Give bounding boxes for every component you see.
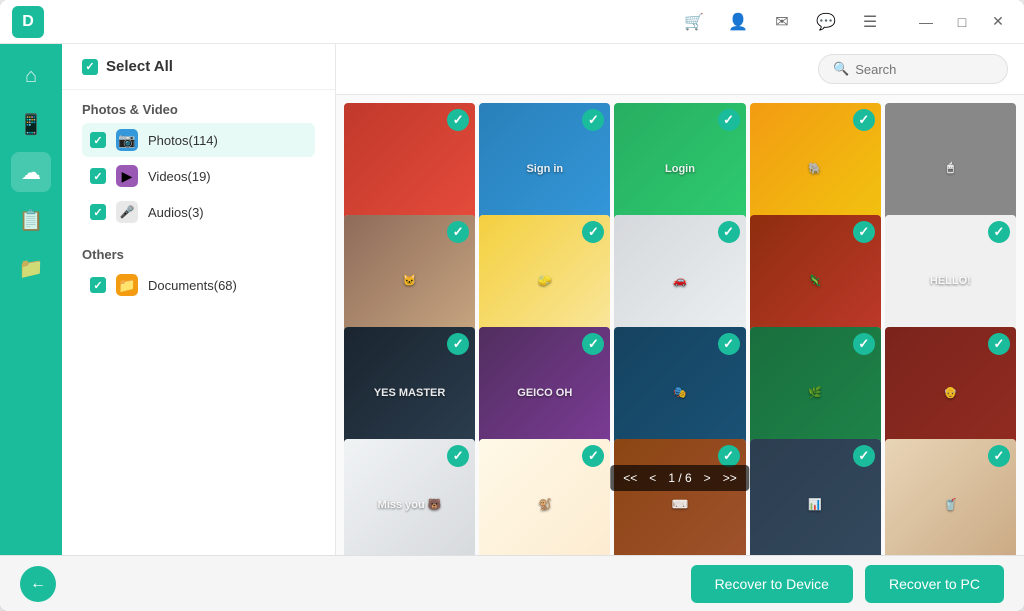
backup-nav-icon[interactable]: ☁ — [11, 152, 51, 192]
select-all-label: Select All — [106, 58, 173, 75]
check-badge: ✓ — [718, 445, 740, 467]
titlebar-left: D — [12, 6, 44, 38]
nav-sidebar: ⌂ 📱 ☁ 📋 📁 — [0, 44, 62, 555]
chat-icon[interactable]: 💬 — [812, 8, 840, 36]
videos-icon: ▶ — [116, 165, 138, 187]
audios-label: Audios(3) — [148, 205, 204, 220]
pagination-info: 1 / 6 — [663, 469, 696, 487]
menu-icon[interactable]: ☰ — [856, 8, 884, 36]
photos-icon: 📷 — [116, 129, 138, 151]
check-badge: ✓ — [853, 333, 875, 355]
back-button[interactable]: ← — [20, 566, 56, 602]
phone-nav-icon[interactable]: 📱 — [11, 104, 51, 144]
mail-icon[interactable]: ✉ — [768, 8, 796, 36]
search-box[interactable]: 🔍 — [818, 54, 1008, 84]
cart-icon[interactable]: 🛒 — [680, 8, 708, 36]
search-icon: 🔍 — [833, 61, 849, 77]
titlebar: D 🛒 👤 ✉ 💬 ☰ — □ ✕ — [0, 0, 1024, 44]
videos-label: Videos(19) — [148, 169, 211, 184]
check-badge: ✓ — [988, 445, 1010, 467]
pagination-prev[interactable]: < — [644, 469, 661, 487]
sidebar-header: Select All — [62, 44, 335, 90]
maximize-button[interactable]: □ — [948, 8, 976, 36]
window-controls: — □ ✕ — [912, 8, 1012, 36]
sidebar-item-documents[interactable]: 📁 Documents(68) — [82, 268, 315, 302]
sidebar-item-videos[interactable]: ▶ Videos(19) — [82, 159, 315, 193]
pagination-last[interactable]: >> — [718, 469, 742, 487]
app-window: D 🛒 👤 ✉ 💬 ☰ — □ ✕ ⌂ 📱 ☁ 📋 📁 — [0, 0, 1024, 611]
grid-item[interactable]: Miss you 🐻✓ — [344, 439, 475, 555]
check-badge: ✓ — [718, 221, 740, 243]
restore-nav-icon[interactable]: 📋 — [11, 200, 51, 240]
pagination-bar: <<<1 / 6>>> — [610, 465, 749, 491]
check-badge: ✓ — [988, 333, 1010, 355]
audios-checkbox[interactable] — [90, 204, 106, 220]
content-toolbar: 🔍 — [336, 44, 1024, 95]
videos-checkbox[interactable] — [90, 168, 106, 184]
documents-label: Documents(68) — [148, 278, 237, 293]
check-badge: ✓ — [718, 109, 740, 131]
recover-to-device-button[interactable]: Recover to Device — [691, 565, 853, 603]
recover-to-pc-button[interactable]: Recover to PC — [865, 565, 1004, 603]
photos-video-title: Photos & Video — [82, 102, 315, 117]
check-badge: ✓ — [853, 221, 875, 243]
bottom-bar: ← Recover to Device Recover to PC — [0, 555, 1024, 611]
main-content: ⌂ 📱 ☁ 📋 📁 Select All Photos & Video 📷 Ph… — [0, 44, 1024, 555]
sidebar-item-audios[interactable]: 🎤 Audios(3) — [82, 195, 315, 229]
pagination-next[interactable]: > — [699, 469, 716, 487]
folder-nav-icon[interactable]: 📁 — [11, 248, 51, 288]
search-input[interactable] — [855, 62, 995, 77]
minimize-button[interactable]: — — [912, 8, 940, 36]
app-logo: D — [12, 6, 44, 38]
check-badge: ✓ — [853, 109, 875, 131]
select-all-row[interactable]: Select All — [82, 58, 315, 75]
home-nav-icon[interactable]: ⌂ — [11, 56, 51, 96]
grid-item[interactable]: 📊✓ — [750, 439, 881, 555]
others-title: Others — [82, 247, 315, 262]
check-badge: ✓ — [853, 445, 875, 467]
audios-icon: 🎤 — [116, 201, 138, 223]
check-badge: ✓ — [718, 333, 740, 355]
grid-item[interactable]: 🥤✓ — [885, 439, 1016, 555]
user-icon[interactable]: 👤 — [724, 8, 752, 36]
photos-video-section: Photos & Video 📷 Photos(114) ▶ Videos(19… — [62, 90, 335, 235]
sidebar: Select All Photos & Video 📷 Photos(114) … — [62, 44, 336, 555]
sidebar-item-photos[interactable]: 📷 Photos(114) — [82, 123, 315, 157]
documents-icon: 📁 — [116, 274, 138, 296]
content-area: 🔍 ✓Sign in✓Login✓🐘✓🖱🐱✓🧽✓🚗✓🦎✓HELLO!✓YES M… — [336, 44, 1024, 555]
select-all-checkbox[interactable] — [82, 59, 98, 75]
photos-checkbox[interactable] — [90, 132, 106, 148]
documents-checkbox[interactable] — [90, 277, 106, 293]
pagination-first[interactable]: << — [618, 469, 642, 487]
photos-label: Photos(114) — [148, 133, 218, 148]
others-section: Others 📁 Documents(68) — [62, 235, 335, 308]
grid-item[interactable]: ⌨✓ — [614, 439, 745, 555]
check-badge: ✓ — [988, 221, 1010, 243]
grid-item[interactable]: 🐒✓ — [479, 439, 610, 555]
close-button[interactable]: ✕ — [984, 8, 1012, 36]
titlebar-icons: 🛒 👤 ✉ 💬 ☰ — □ ✕ — [680, 8, 1012, 36]
